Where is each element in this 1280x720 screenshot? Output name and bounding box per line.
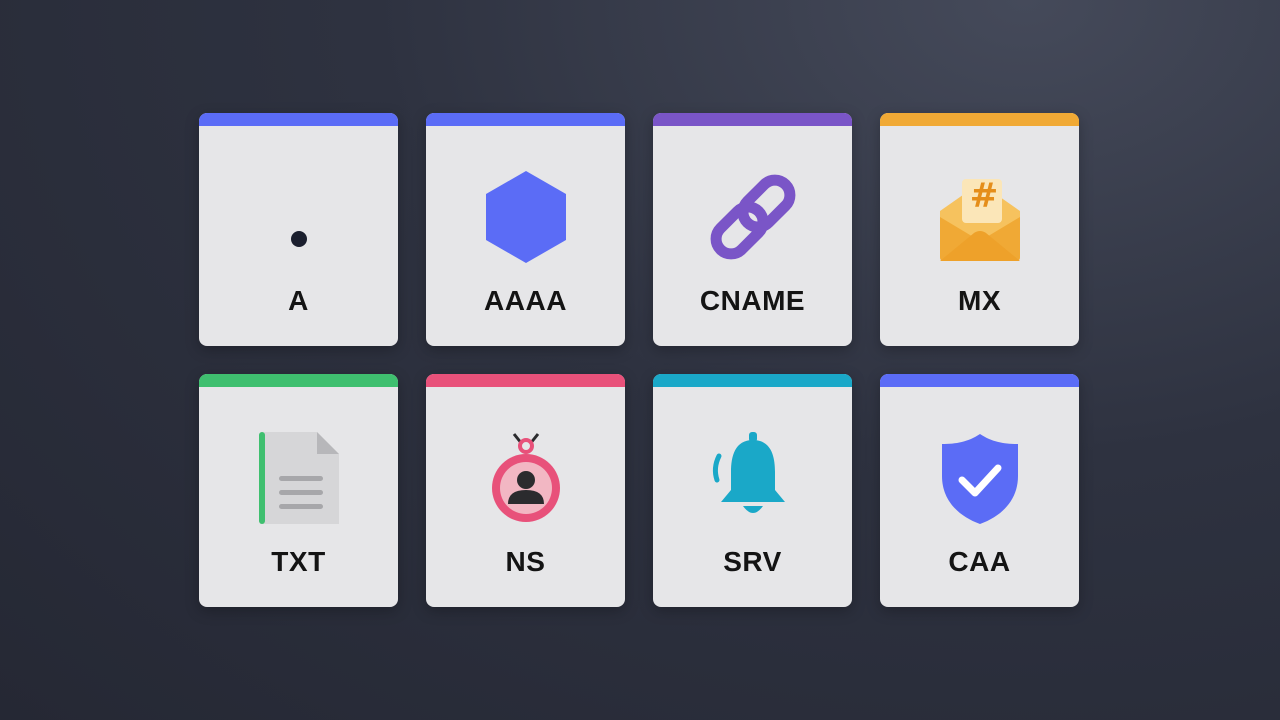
record-card-srv[interactable]: SRV bbox=[653, 374, 852, 607]
card-accent-bar bbox=[426, 374, 625, 387]
record-card-label: NS bbox=[505, 546, 546, 577]
card-accent-bar bbox=[653, 113, 852, 126]
dns-record-type-grid: A AAAA CNAME # MX TXT NS SRV CAA bbox=[199, 113, 1079, 607]
record-card-cname[interactable]: CNAME bbox=[653, 113, 852, 346]
card-accent-bar bbox=[653, 374, 852, 387]
card-accent-bar bbox=[199, 113, 398, 126]
shield-check-icon bbox=[932, 430, 1028, 526]
record-card-label: A bbox=[288, 285, 309, 316]
record-card-mx[interactable]: # MX bbox=[880, 113, 1079, 346]
hexagon-icon bbox=[478, 169, 574, 265]
record-card-caa[interactable]: CAA bbox=[880, 374, 1079, 607]
chain-link-icon bbox=[705, 169, 801, 265]
bell-icon bbox=[705, 430, 801, 526]
card-accent-bar bbox=[426, 113, 625, 126]
record-card-label: SRV bbox=[723, 546, 782, 577]
svg-text:#: # bbox=[969, 176, 998, 216]
envelope-hash-icon: # bbox=[932, 169, 1028, 265]
record-card-a[interactable]: A bbox=[199, 113, 398, 346]
record-card-label: CNAME bbox=[699, 285, 806, 316]
record-card-label: MX bbox=[958, 285, 1001, 316]
document-icon bbox=[251, 430, 347, 526]
card-accent-bar bbox=[880, 113, 1079, 126]
nametag-person-icon bbox=[478, 430, 574, 526]
card-accent-bar bbox=[199, 374, 398, 387]
record-card-aaaa[interactable]: AAAA bbox=[426, 113, 625, 346]
record-card-label: AAAA bbox=[484, 285, 567, 316]
record-card-label: CAA bbox=[948, 546, 1011, 577]
card-accent-bar bbox=[880, 374, 1079, 387]
record-card-label: TXT bbox=[271, 546, 326, 577]
record-card-ns[interactable]: NS bbox=[426, 374, 625, 607]
record-card-txt[interactable]: TXT bbox=[199, 374, 398, 607]
dot-icon bbox=[251, 169, 347, 265]
